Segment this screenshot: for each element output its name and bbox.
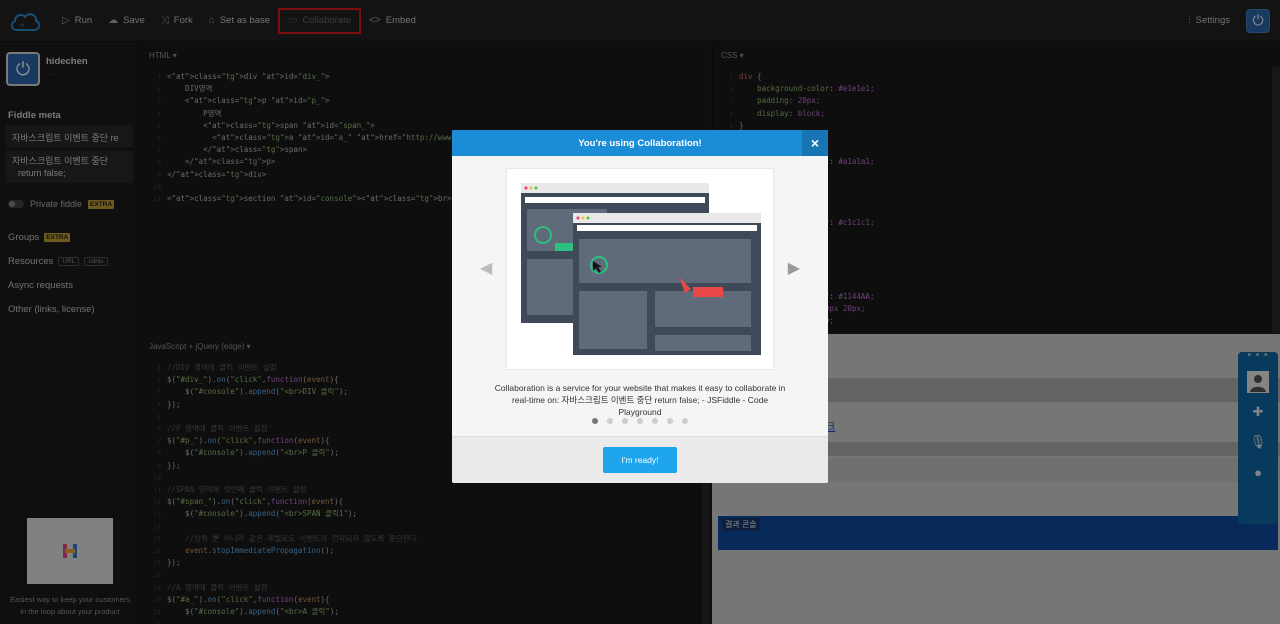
im-ready-button[interactable]: I'm ready!	[603, 447, 677, 473]
modal-header: You're using Collaboration! ×	[452, 130, 828, 156]
slide-dot[interactable]	[637, 418, 643, 424]
slide-dot[interactable]	[682, 418, 688, 424]
slide-indicator	[592, 418, 688, 424]
modal-title: You're using Collaboration!	[578, 137, 702, 149]
slide-dot[interactable]	[667, 418, 673, 424]
collaboration-illustration	[506, 168, 774, 370]
collaboration-modal: You're using Collaboration! × ◀ ▶ Collab…	[452, 130, 828, 483]
slide-dot[interactable]	[592, 418, 598, 424]
slide-dot[interactable]	[652, 418, 658, 424]
slide-dot[interactable]	[607, 418, 613, 424]
slide-dot[interactable]	[622, 418, 628, 424]
next-slide-icon[interactable]: ▶	[788, 258, 800, 278]
close-icon[interactable]: ×	[802, 130, 828, 156]
modal-footer: I'm ready!	[452, 436, 828, 483]
prev-slide-icon[interactable]: ◀	[480, 258, 492, 278]
modal-description: Collaboration is a service for your webs…	[494, 383, 786, 417]
